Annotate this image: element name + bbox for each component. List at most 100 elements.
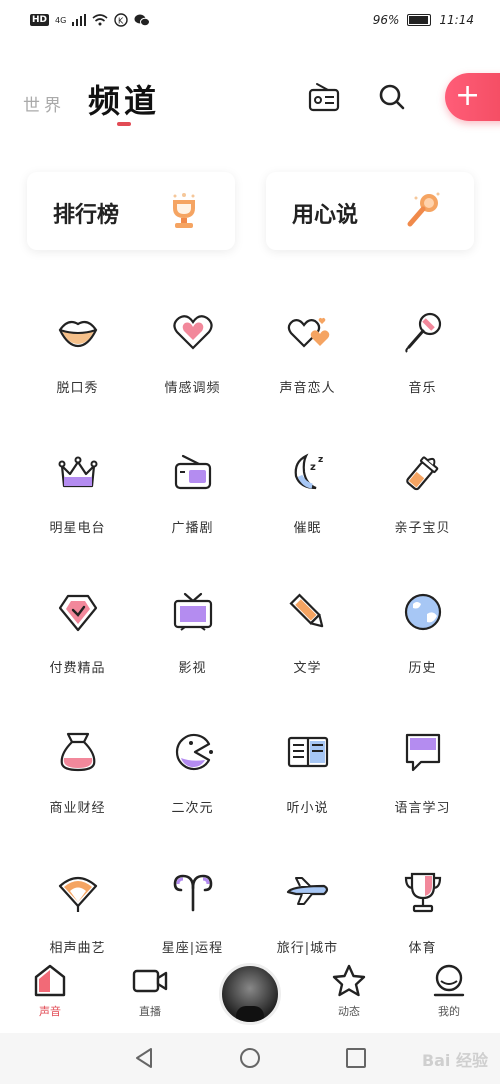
diamond-icon [58, 594, 98, 632]
category-literature[interactable]: 文学 [250, 590, 365, 730]
category-talk-show[interactable]: 脱口秀 [20, 310, 135, 450]
book-icon [287, 736, 329, 768]
tab-channel[interactable]: 频道 [88, 76, 160, 122]
clock: 11:14 [439, 13, 474, 27]
category-label: 亲子宝贝 [394, 521, 451, 536]
search-button[interactable] [375, 80, 409, 114]
category-radio-drama[interactable]: 广播剧 [135, 450, 250, 590]
category-label: 付费精品 [49, 661, 106, 676]
status-bar: HD 4G K 96% 11:14 [0, 0, 500, 40]
radio-button[interactable] [307, 80, 341, 114]
category-label: 音乐 [408, 381, 437, 396]
back-icon[interactable] [133, 1047, 155, 1069]
category-parenting[interactable]: 亲子宝贝 [365, 450, 480, 590]
category-novel[interactable]: 听小说 [250, 730, 365, 870]
profile-icon [433, 964, 465, 997]
fan-icon [58, 876, 98, 912]
crown-icon [58, 456, 98, 488]
card-ranking-label: 排行榜 [53, 203, 120, 228]
nav-me[interactable]: 我的 [419, 963, 479, 1019]
category-celebrity-radio[interactable]: 明星电台 [20, 450, 135, 590]
category-label: 文学 [293, 661, 322, 676]
nav-feed[interactable]: 动态 [319, 963, 379, 1019]
money-bag-icon [60, 732, 96, 772]
category-label: 体育 [408, 941, 437, 956]
baby-bottle-icon [406, 456, 439, 491]
category-label: 历史 [408, 661, 437, 676]
tv-icon [173, 592, 213, 631]
svg-text:z: z [310, 462, 316, 473]
nav-avatar[interactable] [219, 963, 281, 1025]
card-heart-talk[interactable]: 用心说 [266, 172, 474, 250]
category-business[interactable]: 商业财经 [20, 730, 135, 870]
radio-icon [174, 454, 212, 490]
network-label: 4G [55, 15, 67, 25]
heart-icon [173, 315, 213, 350]
microphone-icon [407, 192, 440, 227]
pacman-icon [175, 733, 213, 771]
category-label: 听小说 [286, 801, 329, 816]
category-anime[interactable]: 二次元 [135, 730, 250, 870]
nav-sound[interactable]: 声音 [20, 963, 80, 1019]
category-label: 二次元 [171, 801, 214, 816]
pencil-icon [289, 593, 324, 628]
category-label: 脱口秀 [56, 381, 99, 396]
add-icon: + [455, 78, 481, 113]
battery-icon [407, 14, 432, 26]
bottom-nav: 声音 直播 动态 我的 [0, 955, 500, 1033]
category-label: 情感调频 [164, 381, 221, 396]
category-label: 催眠 [293, 521, 322, 536]
category-label: 商业财经 [49, 801, 106, 816]
airplane-icon [286, 877, 329, 905]
category-label: 相声曲艺 [49, 941, 106, 956]
signal-icon [72, 14, 87, 26]
home-button-icon[interactable] [239, 1047, 261, 1069]
wechat-icon [134, 14, 151, 27]
system-nav-bar: Bai 经验 [0, 1033, 500, 1084]
two-hearts-icon [287, 317, 330, 348]
nav-label: 我的 [438, 1005, 460, 1018]
status-left: HD 4G K [30, 13, 151, 27]
nav-label: 直播 [139, 1005, 161, 1018]
category-label: 星座|运程 [161, 941, 224, 956]
category-hypnosis[interactable]: z z 催眠 [250, 450, 365, 590]
nav-label: 声音 [39, 1005, 61, 1018]
cup-icon [404, 872, 442, 913]
star-icon [332, 964, 366, 997]
globe-icon [404, 593, 442, 631]
category-premium[interactable]: 付费精品 [20, 590, 135, 730]
category-film-tv[interactable]: 影视 [135, 590, 250, 730]
watermark: Bai 经验 [421, 1051, 488, 1070]
search-icon [379, 84, 405, 110]
battery-percent: 96% [372, 13, 400, 27]
status-right: 96% 11:14 [373, 13, 474, 27]
category-label: 声音恋人 [279, 381, 336, 396]
category-emotion[interactable]: 情感调频 [135, 310, 250, 450]
svg-text:K: K [118, 17, 124, 26]
category-language[interactable]: 语言学习 [365, 730, 480, 870]
category-label: 明星电台 [49, 521, 106, 536]
category-history[interactable]: 历史 [365, 590, 480, 730]
category-label: 旅行|城市 [276, 941, 339, 956]
video-camera-icon [132, 969, 168, 993]
add-button[interactable]: + [445, 73, 500, 121]
radio-icon [308, 83, 340, 112]
microphone-icon [405, 312, 442, 353]
category-label: 广播剧 [171, 521, 214, 536]
tab-world[interactable]: 世界 [23, 91, 65, 116]
category-label: 语言学习 [394, 801, 451, 816]
hd-badge: HD [30, 14, 50, 26]
wifi-icon [92, 14, 108, 26]
k-app-icon: K [114, 13, 129, 27]
recents-icon[interactable] [345, 1047, 367, 1069]
category-label: 影视 [178, 661, 207, 676]
active-tab-indicator [117, 122, 131, 126]
svg-text:z: z [318, 455, 323, 465]
card-ranking[interactable]: 排行榜 [27, 172, 235, 250]
nav-live[interactable]: 直播 [120, 963, 180, 1019]
category-voice-lover[interactable]: 声音恋人 [250, 310, 365, 450]
aries-icon [173, 874, 213, 912]
lips-icon [58, 320, 98, 348]
category-music[interactable]: 音乐 [365, 310, 480, 450]
speech-bubble-icon [405, 733, 441, 772]
